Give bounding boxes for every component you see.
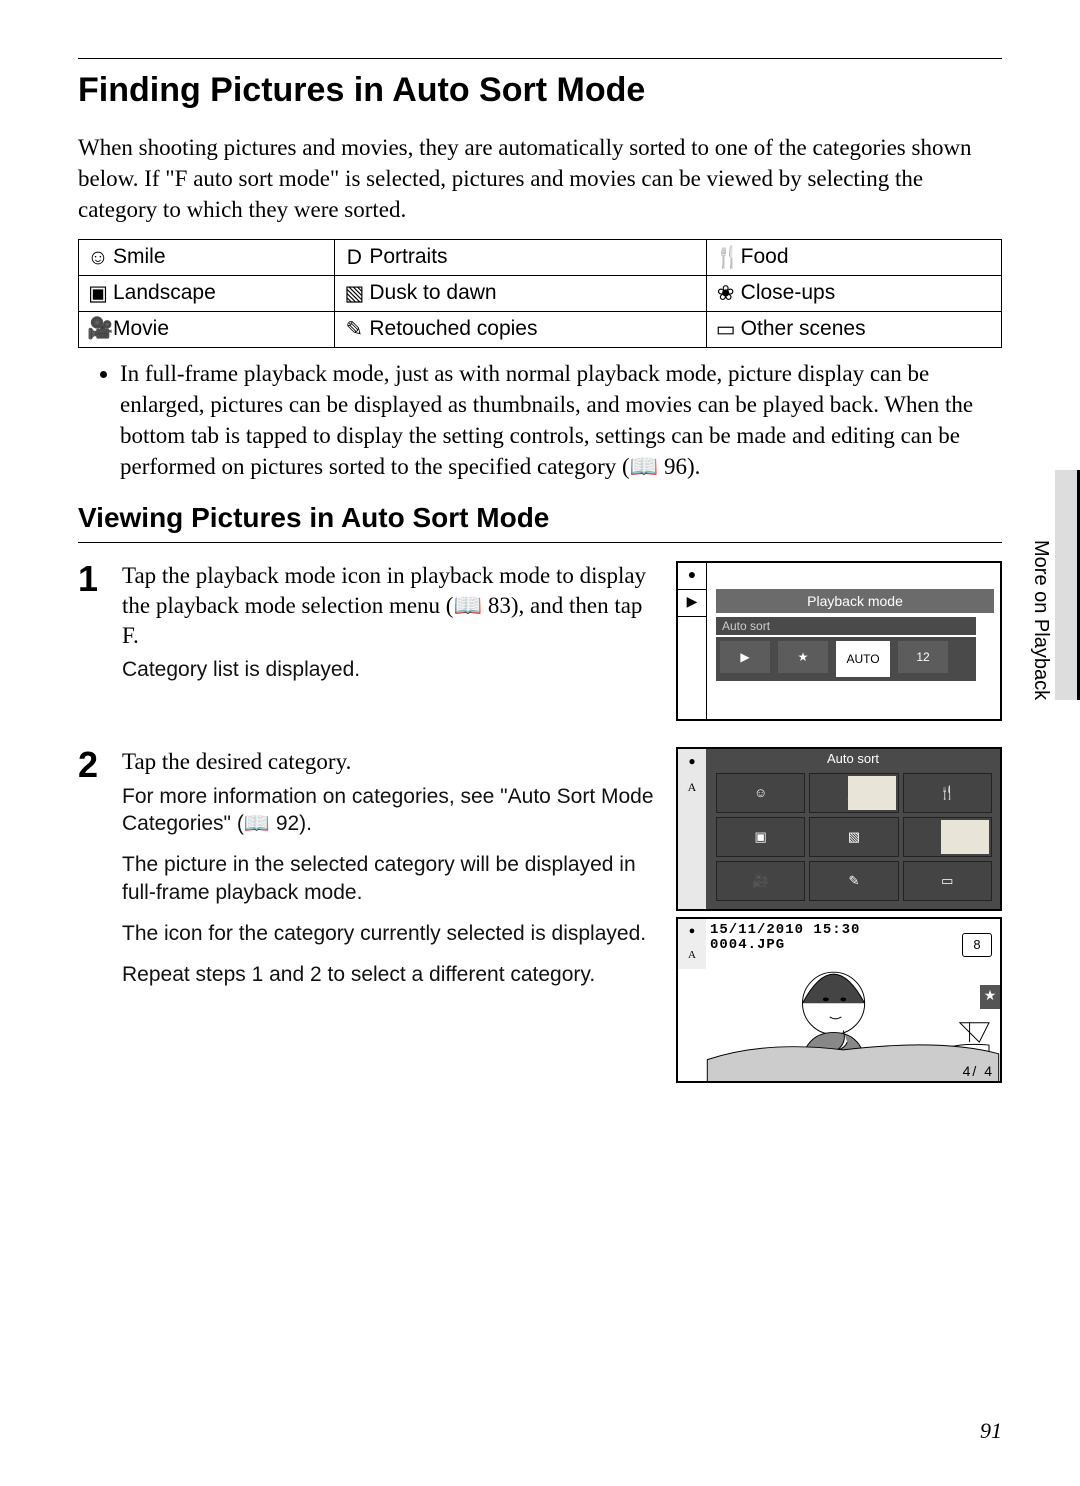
camera-icon: ● <box>678 563 706 590</box>
grid-cell: ☺ <box>716 773 805 813</box>
lcd-figure-autosort: ● A Auto sort ☺👤🍴 ▣▧❀ 🎥✎▭ <box>676 747 1002 911</box>
grid-cell: ❀ <box>903 817 992 857</box>
step-number: 2 <box>78 747 122 1083</box>
page-number: 91 <box>980 1418 1002 1444</box>
auto-icon: A <box>678 943 706 967</box>
note-item: In full-frame playback mode, just as wit… <box>120 358 1002 482</box>
lcd-figure-fullframe: ● A 15/11/2010 15:30 0004.JPG 8 ★ <box>676 917 1002 1083</box>
mode-button: AUTO <box>836 641 890 677</box>
grid-cell: ▭ <box>903 861 992 901</box>
category-icon: ☺ <box>87 246 109 270</box>
category-label: Retouched copies <box>369 317 537 340</box>
category-icon: 🍴 <box>715 246 737 270</box>
step-detail: The icon for the category currently sele… <box>122 920 658 947</box>
category-table: ☺SmileDPortraits🍴Food▣Landscape▧Dusk to … <box>78 239 1002 347</box>
category-label: Smile <box>113 245 166 268</box>
step-detail: Category list is displayed. <box>122 656 658 683</box>
category-icon: ▭ <box>715 317 737 342</box>
category-cell: 🎥Movie <box>79 311 335 347</box>
rule-sub <box>78 542 1002 543</box>
grid-cell: ▧ <box>809 817 898 857</box>
category-icon: ✎ <box>343 317 365 342</box>
mode-button: ▶ <box>720 641 770 673</box>
category-label: Food <box>741 245 789 268</box>
note-list: In full-frame playback mode, just as wit… <box>78 358 1002 482</box>
category-label: Other scenes <box>741 317 866 340</box>
category-label: Dusk to dawn <box>369 281 496 304</box>
category-cell: ✎Retouched copies <box>335 311 706 347</box>
step-detail: Repeat steps 1 and 2 to select a differe… <box>122 961 658 988</box>
section-label: More on Playback <box>1029 540 1052 700</box>
category-icon: ▧ <box>343 281 365 306</box>
camera-icon: ● <box>678 749 706 775</box>
mode-button: ★ <box>778 641 828 673</box>
category-label: Movie <box>113 317 169 340</box>
category-icon: D <box>343 246 365 270</box>
grid-cell: ✎ <box>809 861 898 901</box>
mode-button: 12 <box>898 641 948 673</box>
category-cell: ▣Landscape <box>79 275 335 311</box>
category-label: Landscape <box>113 281 216 304</box>
manual-page: More on Playback Finding Pictures in Aut… <box>0 0 1080 1486</box>
category-label: Close-ups <box>741 281 836 304</box>
category-cell: DPortraits <box>335 240 706 275</box>
lcd-title: Playback mode <box>716 589 994 613</box>
category-cell: ❀Close-ups <box>706 275 1001 311</box>
rule-top <box>78 58 1002 59</box>
playback-icon: ▶ <box>678 590 706 617</box>
grid-cell: 🎥 <box>716 861 805 901</box>
step-1: 1 Tap the playback mode icon in playback… <box>78 561 1002 721</box>
step-2: 2 Tap the desired category. For more inf… <box>78 747 1002 1083</box>
category-label: Portraits <box>369 245 447 268</box>
grid-cell: ▣ <box>716 817 805 857</box>
lcd-subtitle: Auto sort <box>716 617 976 635</box>
category-icon: ▣ <box>87 281 109 306</box>
step-instruction: Tap the playback mode icon in playback m… <box>122 561 658 651</box>
grid-cell: 👤 <box>809 773 898 813</box>
auto-icon: A <box>678 775 706 801</box>
category-cell: ▧Dusk to dawn <box>335 275 706 311</box>
step-detail: For more information on categories, see … <box>122 783 658 838</box>
lcd-title: Auto sort <box>706 749 1000 769</box>
category-icon: 🎥 <box>87 317 109 341</box>
step-detail: The picture in the selected category wil… <box>122 851 658 906</box>
grid-cell: 🍴 <box>903 773 992 813</box>
photo-illustration <box>706 945 1000 1081</box>
category-cell: ☺Smile <box>79 240 335 275</box>
subsection-heading: Viewing Pictures in Auto Sort Mode <box>78 502 1002 534</box>
step-number: 1 <box>78 561 122 721</box>
thumb-tab <box>1055 470 1080 700</box>
lcd-figure-playback: ● ▶ Playback mode Auto sort ▶★AUTO12 <box>676 561 1002 721</box>
page-title: Finding Pictures in Auto Sort Mode <box>78 71 1002 110</box>
frame-counter: 4/ 4 <box>963 1063 994 1079</box>
category-icon: ❀ <box>715 281 737 306</box>
category-cell: ▭Other scenes <box>706 311 1001 347</box>
intro-paragraph: When shooting pictures and movies, they … <box>78 132 1002 225</box>
category-cell: 🍴Food <box>706 240 1001 275</box>
step-instruction: Tap the desired category. <box>122 747 658 777</box>
camera-icon: ● <box>678 919 706 943</box>
